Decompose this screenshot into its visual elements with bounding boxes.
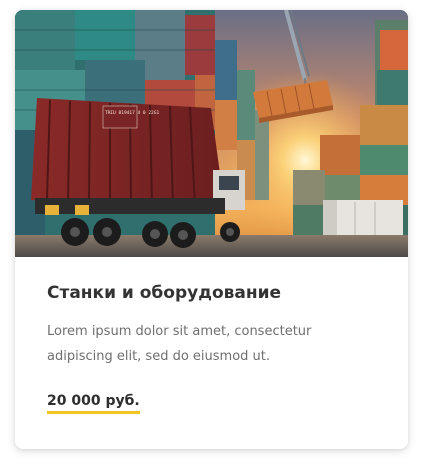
card-price: 20 000 руб. [47,393,140,414]
card-title[interactable]: Станки и оборудование [47,283,281,303]
container-code: TRIU 819417 4 0 22G1 [105,110,159,116]
card-description: Lorem ipsum dolor sit amet, consectetur … [47,324,312,364]
product-image[interactable]: TRIU 819417 4 0 22G1 [15,10,408,257]
container-terminal-illustration: TRIU 819417 4 0 22G1 [15,10,408,257]
product-card[interactable]: TRIU 819417 4 0 22G1 Станки и оборудован… [15,10,408,449]
